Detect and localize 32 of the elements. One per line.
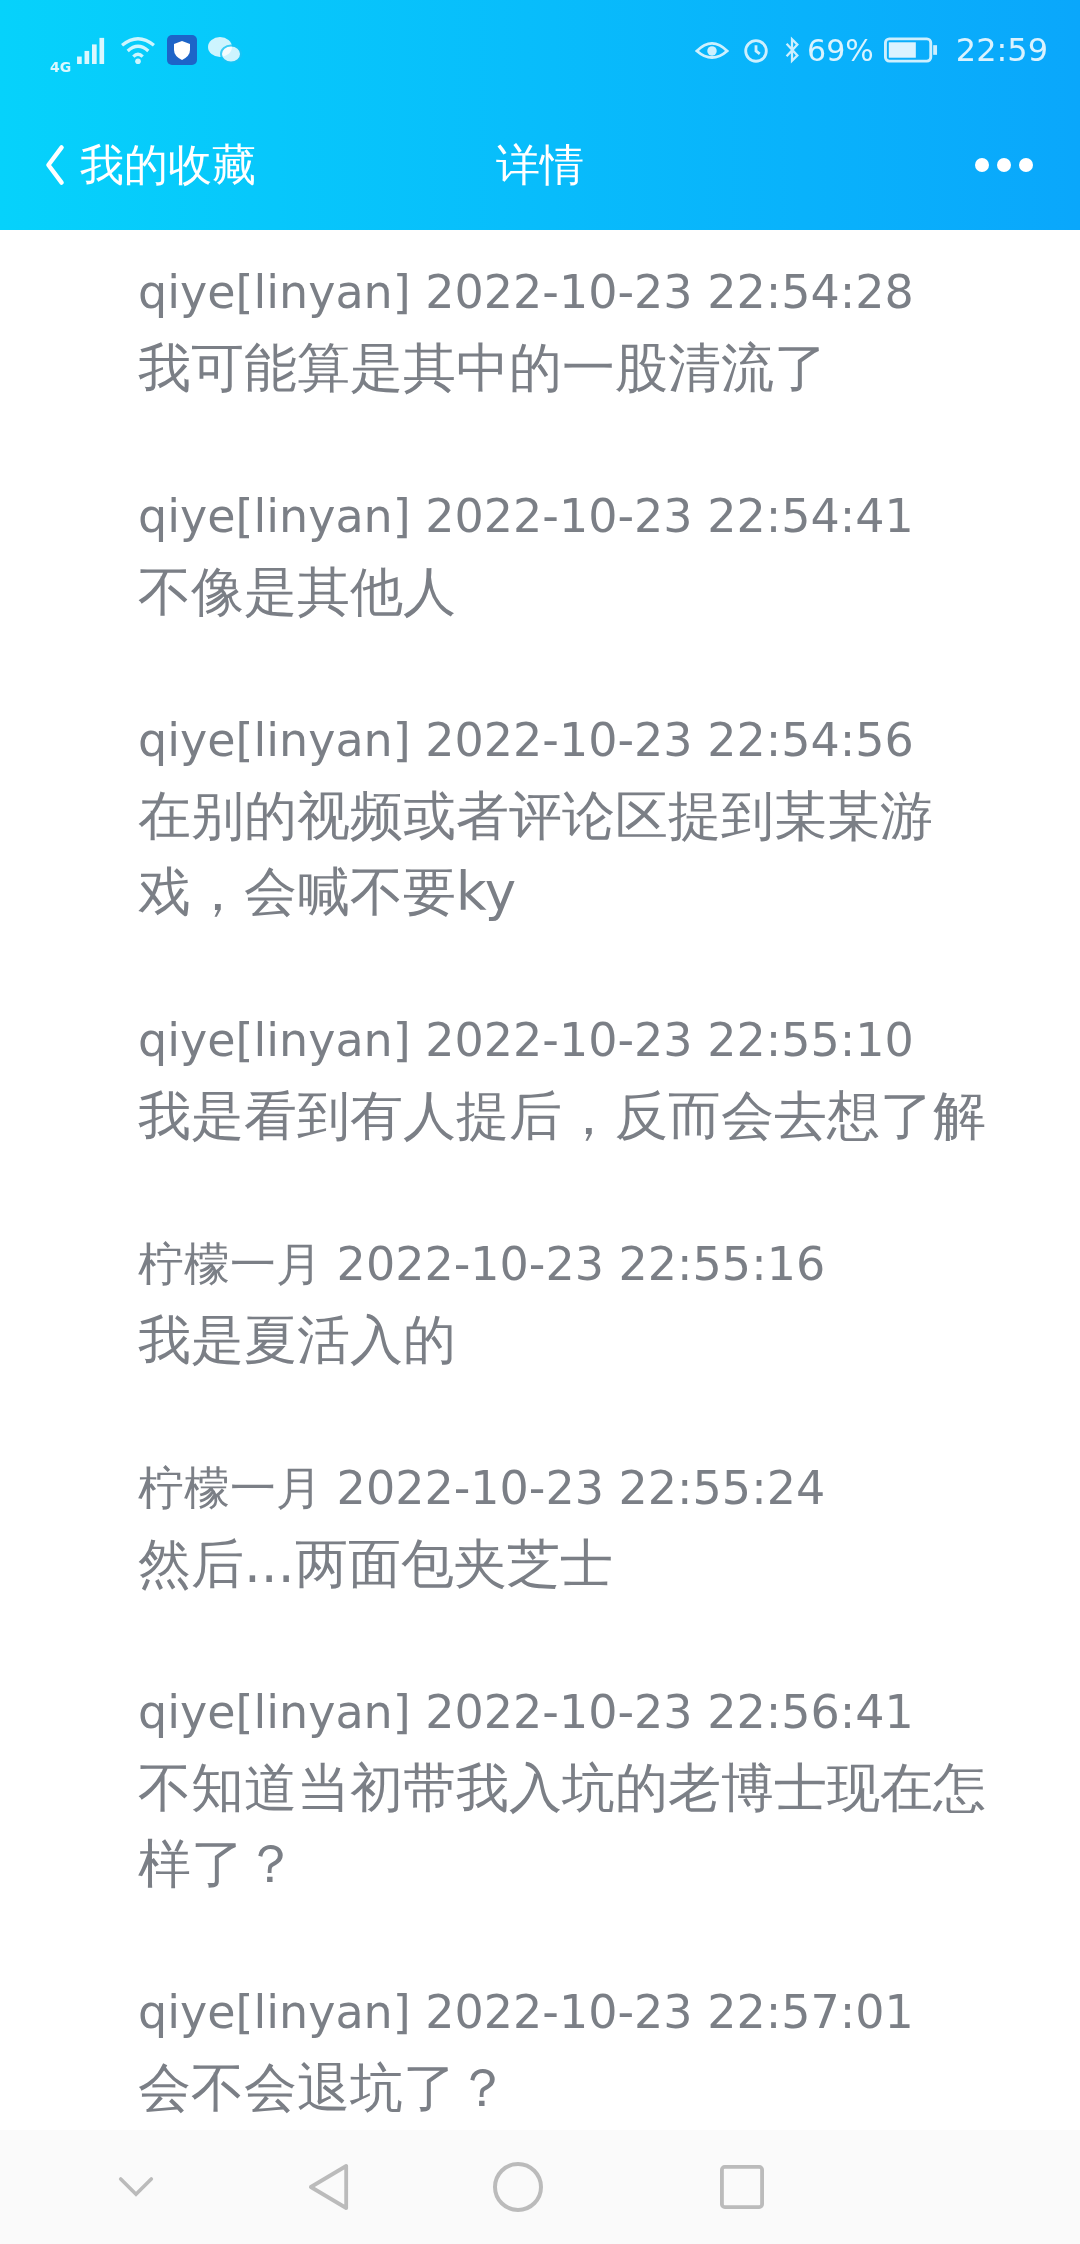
message-text: 我是夏活入的 <box>138 1308 456 1372</box>
message-text: 不像是其他人 <box>138 560 456 624</box>
chevron-down-icon[interactable] <box>118 2176 154 2198</box>
chevron-left-icon <box>44 143 66 187</box>
battery-icon <box>883 36 938 64</box>
shield-icon <box>167 35 198 65</box>
message-header: 柠檬一月 2022-10-23 22:55:16 <box>138 1236 826 1293</box>
message-text: 我是看到有人提后，反而会去想了解 <box>138 1084 986 1148</box>
message-header: qiye[linyan] 2022-10-23 22:55:10 <box>138 1012 914 1069</box>
bluetooth-icon <box>783 35 802 65</box>
back-icon[interactable] <box>308 2162 350 2212</box>
message-header: 柠檬一月 2022-10-23 22:55:24 <box>138 1460 826 1517</box>
message-header: qiye[linyan] 2022-10-23 22:54:41 <box>138 488 914 545</box>
message-text: 在别的视频或者评论区提到某某游戏，会喊不要ky <box>138 784 934 924</box>
message-text: 不知道当初带我入坑的老博士现在怎样了？ <box>138 1756 987 1896</box>
message-header: qiye[linyan] 2022-10-23 22:56:41 <box>138 1684 914 1741</box>
battery-percent: 69% <box>807 32 874 68</box>
chat-icon <box>207 35 244 65</box>
message-header: qiye[linyan] 2022-10-23 22:57:01 <box>138 1984 914 2041</box>
message-text: 我可能算是其中的一股清流了 <box>138 336 827 400</box>
wifi-icon <box>119 35 158 65</box>
more-icon[interactable] <box>974 157 1034 173</box>
recents-icon[interactable] <box>720 2165 764 2209</box>
message-text: 然后...两面包夹芝士 <box>138 1532 613 1596</box>
page-title: 详情 <box>496 137 584 192</box>
message-header: qiye[linyan] 2022-10-23 22:54:56 <box>138 712 914 769</box>
home-icon[interactable] <box>492 2161 544 2213</box>
message-text: 会不会退坑了？ <box>138 2056 509 2120</box>
clock-time: 22:59 <box>955 31 1048 69</box>
message-header: qiye[linyan] 2022-10-23 22:54:28 <box>138 264 914 321</box>
network-type: 4G <box>50 59 72 75</box>
back-button[interactable]: 我的收藏 <box>44 135 256 195</box>
